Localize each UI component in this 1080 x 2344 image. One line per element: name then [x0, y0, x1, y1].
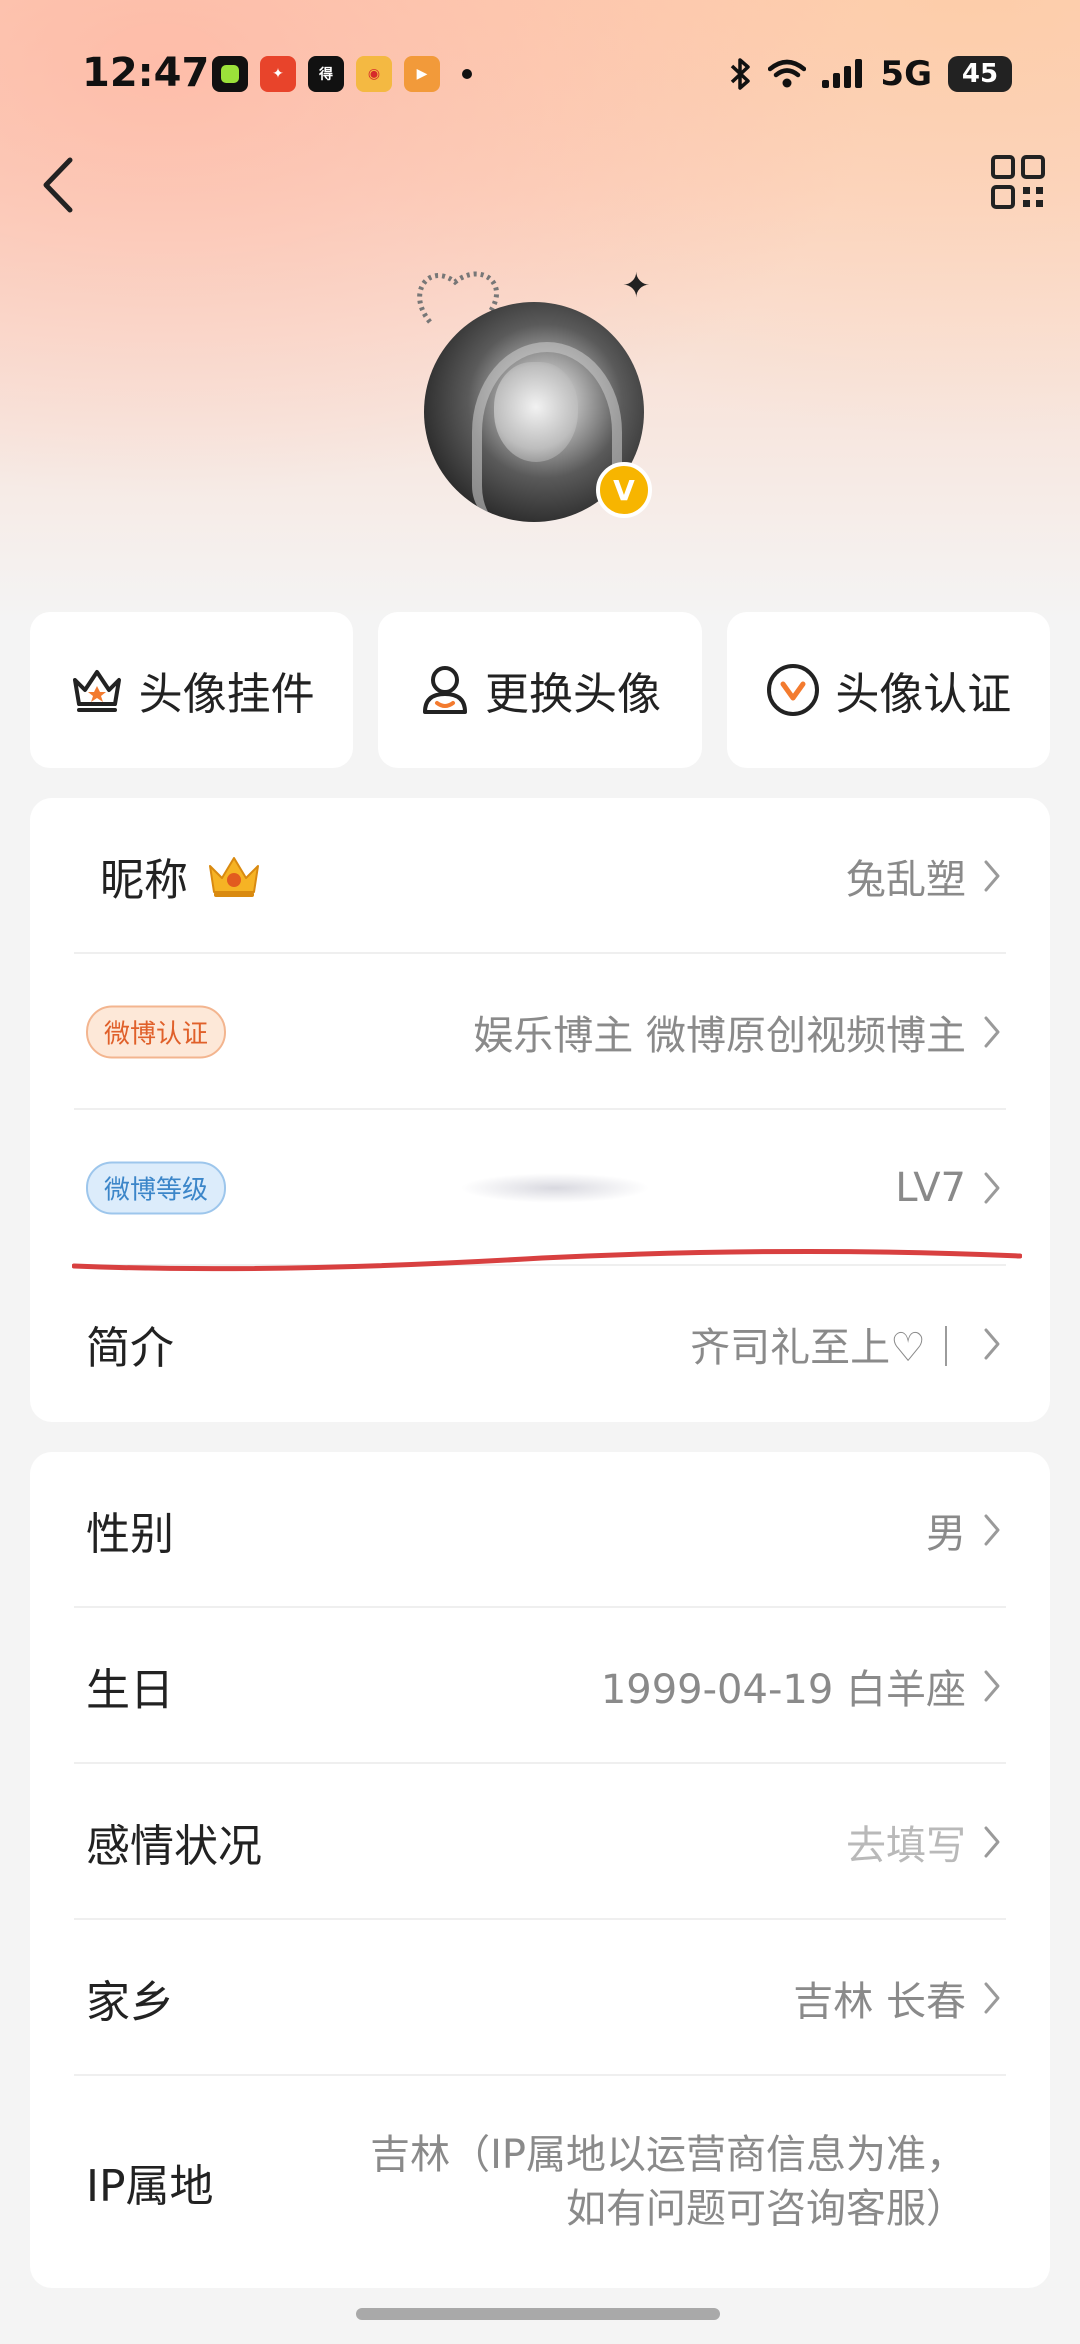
- network-type: 5G: [880, 54, 932, 94]
- birthday-label: 生日: [86, 1665, 174, 1716]
- bluetooth-icon: [731, 58, 751, 90]
- weibo-verify-row[interactable]: 微博认证 娱乐博主 微博原创视频博主: [30, 954, 1050, 1110]
- wifi-icon: [768, 59, 807, 88]
- home-indicator[interactable]: [356, 2308, 720, 2320]
- relationship-label: 感情状况: [86, 1821, 262, 1872]
- avatar-pendant-button[interactable]: 头像挂件: [30, 612, 354, 768]
- chevron-right-icon: [984, 1328, 1000, 1360]
- back-button[interactable]: [34, 150, 84, 220]
- red-annotation-line: [72, 1248, 1022, 1272]
- gender-row[interactable]: 性别 男: [30, 1452, 1050, 1608]
- status-time: 12:47: [82, 50, 210, 96]
- red-app-icon: ✦: [260, 56, 296, 92]
- video-app-icon: ▶: [404, 56, 440, 92]
- signal-icon: [822, 59, 863, 88]
- status-bar: 12:47 ✦ 得 ◉ ▶ 5G 45: [0, 44, 1080, 104]
- bio-value: 齐司礼至上♡｜: [690, 1325, 966, 1371]
- avatar-verify-label: 头像认证: [835, 669, 1012, 720]
- avatar-pendant-label: 头像挂件: [138, 669, 315, 720]
- gender-value: 男: [926, 1511, 966, 1557]
- gold-crown-icon: [209, 857, 259, 897]
- birthday-row[interactable]: 生日 1999-04-19 白羊座: [30, 1608, 1050, 1764]
- notification-app-icons: ✦ 得 ◉ ▶: [212, 56, 472, 92]
- birthday-value: 1999-04-19 白羊座: [600, 1667, 966, 1713]
- weibo-verify-label-wrap: 微博认证: [86, 1005, 227, 1059]
- verified-badge-icon: V: [596, 462, 652, 518]
- status-indicators: 5G 45: [730, 54, 1012, 94]
- qr-code-button[interactable]: [990, 154, 1046, 210]
- chevron-right-icon: [984, 1826, 1000, 1858]
- ip-location-row: IP属地 吉林（IP属地以运营商信息为准， 如有问题可咨询客服）: [30, 2076, 1050, 2288]
- avatar-actions: 头像挂件 更换头像 头像认证: [30, 612, 1050, 768]
- hometown-value: 吉林 长春: [793, 1979, 966, 2025]
- nickname-row[interactable]: 昵称 兔乱塑: [30, 798, 1050, 954]
- avatar-verify-button[interactable]: 头像认证: [726, 612, 1050, 768]
- chevron-right-icon: [984, 1016, 1000, 1048]
- weibo-level-label-wrap: 微博等级: [86, 1161, 227, 1215]
- weibo-verify-value: 娱乐博主 微博原创视频博主: [473, 1013, 966, 1059]
- weibo-verify-tag: 微博认证: [86, 1005, 227, 1059]
- nickname-label: 昵称: [100, 855, 188, 906]
- chevron-right-icon: [984, 1172, 1000, 1204]
- change-avatar-label: 更换头像: [484, 669, 661, 720]
- hometown-label: 家乡: [86, 1977, 174, 2028]
- chevron-right-icon: [984, 1982, 1000, 2014]
- chevron-right-icon: [984, 860, 1000, 892]
- blurred-content: [460, 1173, 650, 1203]
- weibo-level-tag: 微博等级: [86, 1161, 227, 1215]
- chevron-right-icon: [984, 1670, 1000, 1702]
- crown-icon: [72, 670, 121, 712]
- personal-details-card: 性别 男 生日 1999-04-19 白羊座 感情状况 去填写 家乡 吉林 长春…: [30, 1452, 1050, 2288]
- bio-label: 简介: [86, 1323, 174, 1374]
- ip-location-value: 吉林（IP属地以运营商信息为准， 如有问题可咨询客服）: [370, 2128, 966, 2236]
- change-avatar-button[interactable]: 更换头像: [378, 612, 702, 768]
- avatar-face: [494, 362, 578, 462]
- relationship-value: 去填写: [846, 1823, 966, 1869]
- person-icon: [422, 666, 467, 714]
- chevron-right-icon: [984, 1514, 1000, 1546]
- relationship-row[interactable]: 感情状况 去填写: [30, 1764, 1050, 1920]
- profile-info-card: 昵称 兔乱塑 微博认证 娱乐博主 微博原创视频博主 微博等级 LV7 简介 齐司…: [30, 798, 1050, 1422]
- bio-row[interactable]: 简介 齐司礼至上♡｜: [30, 1266, 1050, 1422]
- chevron-left-icon: [43, 157, 73, 213]
- green-app-icon: [212, 56, 248, 92]
- nickname-value: 兔乱塑: [846, 857, 966, 903]
- weibo-level-value: LV7: [895, 1165, 966, 1211]
- weibo-app-icon: ◉: [356, 56, 392, 92]
- qr-code-icon: [991, 155, 1045, 209]
- ip-location-value-line1: 吉林（IP属地以运营商信息为准，: [370, 2132, 966, 2178]
- ip-location-label: IP属地: [86, 2161, 214, 2212]
- ip-location-value-line2: 如有问题可咨询客服）: [566, 2186, 966, 2232]
- hometown-row[interactable]: 家乡 吉林 长春: [30, 1920, 1050, 2076]
- more-notifications-dot: [462, 69, 472, 79]
- nickname-label-wrap: 昵称: [100, 844, 264, 908]
- battery-indicator: 45: [948, 56, 1012, 92]
- gender-label: 性别: [86, 1509, 174, 1560]
- news-app-icon: 得: [308, 56, 344, 92]
- verify-v-icon: [767, 664, 820, 716]
